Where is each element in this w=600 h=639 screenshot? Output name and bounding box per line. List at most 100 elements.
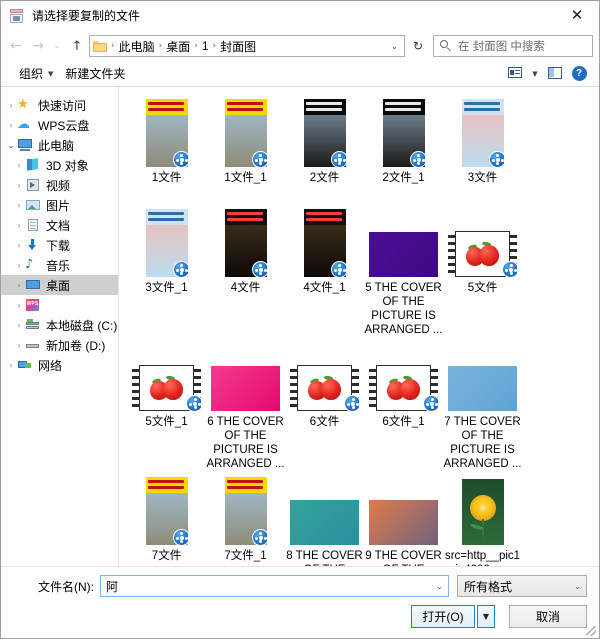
file-item[interactable]: 4文件 [206,203,285,337]
music-icon: ♪ [25,257,34,272]
close-icon[interactable]: ✕ [555,1,599,30]
file-item[interactable]: 9 THE COVER OF THE PICTURE IS ARRANGED .… [364,471,443,566]
file-list-pane[interactable]: 1文件 1文件_1 2文件 2文件_1 3文件 3文件_1 4文件 4文件_1 5 THE CO… [119,87,599,566]
help-button[interactable]: ? [567,63,591,85]
file-item[interactable]: 3文件 [443,93,522,203]
file-name-label: 1文件 [151,172,182,184]
file-item[interactable]: 6文件_1 [364,337,443,471]
file-grid: 1文件 1文件_1 2文件 2文件_1 3文件 3文件_1 4文件 4文件_1 5 THE CO… [127,93,595,566]
view-layout-button[interactable] [503,63,527,85]
filetype-select[interactable]: 所有格式 ⌄ [457,575,587,597]
file-item[interactable]: 1文件 [127,93,206,203]
view-layout-dropdown[interactable]: ▼ [527,63,543,85]
organize-button[interactable]: 组织 ▼ [13,63,59,84]
refresh-icon[interactable]: ↻ [407,35,429,57]
cancel-button[interactable]: 取消 [509,605,587,628]
sidebar-item-本地磁盘 (C:)[interactable]: › 本地磁盘 (C:) [1,315,118,335]
open-dropdown-button[interactable]: ▼ [477,605,495,628]
chevron-icon[interactable]: › [5,101,17,110]
recent-locations-button[interactable]: ⌄ [49,34,65,58]
dialog-body: › ★ 快速访问 › ☁ WPS云盘 ⌄ 此电脑 › 3D 对象 › 视频 › 图片 › 文档 › 下载 › ♪ 音乐 ›… [1,87,599,566]
toolbar: 组织 ▼ 新建文件夹 ▼ ? [1,61,599,87]
file-item[interactable]: src=http__pic1.win4000.com_wallpaper_201… [443,471,522,566]
breadcrumb-item-1[interactable]: 桌面 [163,37,193,56]
sidebar-item-下载[interactable]: › 下载 [1,235,118,255]
file-item[interactable]: 7文件_1 [206,471,285,566]
breadcrumb-item-0[interactable]: 此电脑 [116,37,158,56]
sidebar-item-label: 3D 对象 [46,158,89,173]
filename-input[interactable]: 阿 ⌄ [100,575,449,597]
media-badge-icon [172,151,188,167]
file-thumbnail [303,209,346,277]
file-item[interactable]: 7 THE COVER OF THE PICTURE IS ARRANGED .… [443,337,522,471]
media-badge-icon [172,261,188,277]
chevron-down-icon[interactable]: ⌄ [431,576,448,596]
file-name-label: src=http__pic1.win4000.com_wallpaper_201… [444,550,521,566]
chevron-icon[interactable]: › [13,301,25,310]
file-item[interactable]: 5文件_1 [127,337,206,471]
chevron-icon[interactable]: › [5,121,17,130]
file-thumbnail [290,365,359,411]
new-folder-button[interactable]: 新建文件夹 [59,63,131,84]
file-item[interactable]: 8 THE COVER OF THE PICTURE IS ARRANGED .… [285,471,364,566]
back-button[interactable]: ← [5,34,27,58]
file-item[interactable]: 5文件 [443,203,522,337]
file-thumbnail [224,477,267,545]
breadcrumb-item-2[interactable]: 1 [199,38,212,54]
resize-grip[interactable] [586,626,596,636]
sidebar-item-新加卷 (D:)[interactable]: › 新加卷 (D:) [1,335,118,355]
chevron-down-icon[interactable]: ⌄ [386,36,403,56]
forward-button[interactable]: → [27,34,49,58]
file-item[interactable]: 6文件 [285,337,364,471]
file-thumbnail [369,365,438,411]
sidebar-item-桌面[interactable]: › 桌面 [1,275,118,295]
file-thumbnail [224,209,267,277]
file-item[interactable]: 2文件_1 [364,93,443,203]
file-thumbnail [290,500,359,545]
pictures-icon [25,197,41,213]
sidebar-item-此电脑[interactable]: ⌄ 此电脑 [1,135,118,155]
file-name-label: 7文件 [151,550,182,562]
chevron-icon[interactable]: › [13,321,25,330]
file-item[interactable]: 3文件_1 [127,203,206,337]
chevron-icon[interactable]: › [5,361,17,370]
file-item[interactable]: 5 THE COVER OF THE PICTURE IS ARRANGED .… [364,203,443,337]
sidebar-item-WPS云盘[interactable]: › ☁ WPS云盘 [1,115,118,135]
chevron-icon[interactable]: › [13,341,25,350]
open-button[interactable]: 打开(O) [411,605,475,628]
file-item[interactable]: 1文件_1 [206,93,285,203]
address-bar[interactable]: › 此电脑 › 桌面 › 1 › 封面图 ⌄ [89,35,405,57]
sidebar-item-音乐[interactable]: › ♪ 音乐 [1,255,118,275]
sidebar-item-快速访问[interactable]: › ★ 快速访问 [1,95,118,115]
preview-pane-button[interactable] [543,63,567,85]
file-name-label: 6文件_1 [382,416,425,428]
sidebar-item-网络[interactable]: › 网络 [1,355,118,375]
chevron-icon[interactable]: › [13,161,25,170]
search-input[interactable]: 在 封面图 中搜索 [433,35,593,57]
chevron-icon[interactable]: › [13,261,25,270]
navigation-bar: ← → ⌄ ↑ › 此电脑 › 桌面 › 1 › 封面图 ⌄ ↻ 在 封面图 中… [1,31,599,61]
up-button[interactable]: ↑ [65,34,89,58]
sidebar-item-视频[interactable]: › 视频 [1,175,118,195]
thumbnail-wrapper [366,207,442,277]
chevron-icon[interactable]: ⌄ [5,141,17,150]
sidebar-item-文档[interactable]: › 文档 [1,215,118,235]
sidebar-item-3D 对象[interactable]: › 3D 对象 [1,155,118,175]
media-badge-icon [251,261,267,277]
file-item[interactable]: 6 THE COVER OF THE PICTURE IS ARRANGED .… [206,337,285,471]
thumbnail-wrapper [445,341,521,411]
file-item[interactable]: 2文件 [285,93,364,203]
chevron-icon[interactable]: › [13,181,25,190]
file-item[interactable]: 7文件 [127,471,206,566]
chevron-icon[interactable]: › [13,221,25,230]
sidebar-item-图片[interactable]: › 图片 [1,195,118,215]
file-thumbnail [448,231,517,277]
breadcrumb-item-3[interactable]: 封面图 [217,37,259,56]
media-badge-icon [186,395,201,411]
file-item[interactable]: 4文件_1 [285,203,364,337]
sidebar-item-wps[interactable]: › WPS [1,295,118,315]
chevron-icon[interactable]: › [13,281,25,290]
chevron-icon[interactable]: › [13,201,25,210]
chevron-icon[interactable]: › [13,241,25,250]
thumbnail-wrapper [366,341,442,411]
